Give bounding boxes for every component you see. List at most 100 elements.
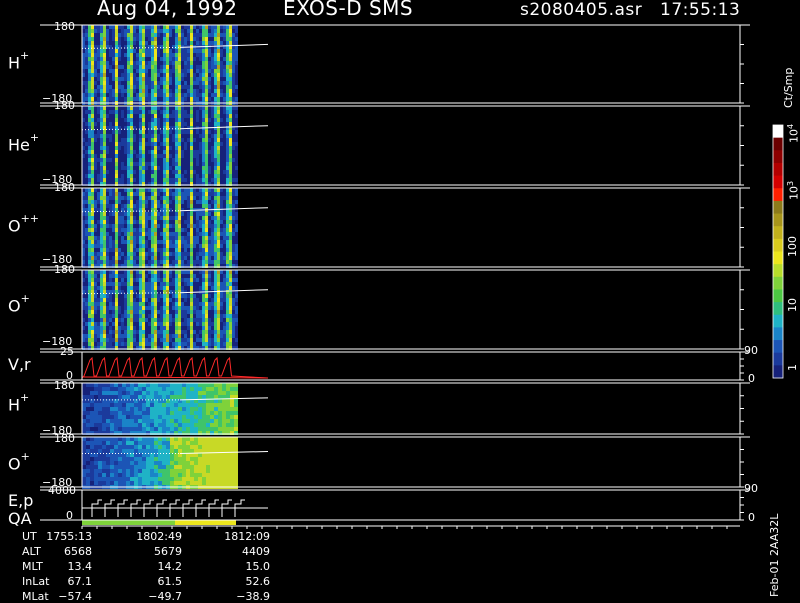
spectrogram-cell — [199, 57, 202, 61]
spectrogram-cell — [217, 162, 220, 166]
spectrogram-cell — [139, 106, 142, 110]
spectrogram-cell — [88, 294, 91, 298]
spectrogram-cell — [133, 228, 136, 232]
spectrogram-cell — [127, 196, 130, 200]
spectrogram-cell — [109, 65, 112, 69]
spectrogram-cell — [190, 423, 194, 427]
spectrogram-cell — [175, 89, 178, 93]
spectrogram-cell — [187, 41, 190, 45]
spectrogram-cell — [134, 415, 138, 419]
spectrogram-cell — [112, 236, 115, 240]
spectrogram-cell — [133, 282, 136, 286]
spectrogram-cell — [130, 294, 133, 298]
spectrogram-cell — [235, 256, 238, 260]
spectrogram-cell — [172, 61, 175, 65]
spectrogram-cell — [187, 200, 190, 204]
spectrogram-cell — [100, 220, 103, 224]
spectrogram-cell — [130, 274, 133, 278]
spectrogram-cell — [175, 97, 178, 101]
spectrogram-cell — [166, 469, 170, 473]
spectrogram-cell — [235, 33, 238, 37]
spectrogram-cell — [235, 158, 238, 162]
spectrogram-cell — [133, 25, 136, 29]
spectrogram-cell — [88, 93, 91, 97]
spectrogram-cell — [98, 383, 102, 387]
spectrogram-cell — [229, 338, 232, 342]
spectrogram-cell — [160, 188, 163, 192]
spectrogram-cell — [139, 270, 142, 274]
spectrogram-cell — [229, 228, 232, 232]
spectrogram-cell — [91, 236, 94, 240]
spectrogram-cell — [172, 106, 175, 110]
spectrogram-cell — [163, 314, 166, 318]
spectrogram-cell — [235, 200, 238, 204]
spectrogram-cell — [112, 178, 115, 182]
spectrogram-cell — [114, 457, 118, 461]
spectrogram-cell — [151, 110, 154, 114]
spectrogram-cell — [170, 403, 174, 407]
spectrogram-cell — [193, 240, 196, 244]
spectrogram-cell — [226, 25, 229, 29]
spectrogram-cell — [142, 322, 145, 326]
spectrogram-cell — [220, 65, 223, 69]
spectrogram-cell — [121, 69, 124, 73]
spectrogram-cell — [199, 294, 202, 298]
spectrogram-cell — [154, 232, 157, 236]
spectrogram-cell — [229, 220, 232, 224]
spectrogram-cell — [232, 162, 235, 166]
spectrogram-cell — [112, 278, 115, 282]
spectrogram-cell — [134, 411, 138, 415]
spectrogram-cell — [130, 383, 134, 387]
spectrogram-cell — [112, 53, 115, 57]
spectrogram-cell — [193, 232, 196, 236]
spectrogram-cell — [211, 256, 214, 260]
spectrogram-cell — [214, 65, 217, 69]
spectrogram-cell — [193, 29, 196, 33]
spectrogram-cell — [90, 469, 94, 473]
spectrogram-cell — [223, 158, 226, 162]
spectrogram-cell — [229, 146, 232, 150]
spectrogram-cell — [202, 274, 205, 278]
spectrogram-cell — [85, 73, 88, 77]
spectrogram-cell — [115, 314, 118, 318]
spectrogram-cell — [223, 248, 226, 252]
spectrogram-cell — [97, 256, 100, 260]
spectrogram-cell — [220, 37, 223, 41]
spectrogram-cell — [103, 322, 106, 326]
spectrogram-cell — [193, 174, 196, 178]
spectrogram-cell — [205, 294, 208, 298]
spectrogram-cell — [190, 204, 193, 208]
spectrogram-cell — [187, 294, 190, 298]
spectrogram-cell — [148, 282, 151, 286]
spectrogram-cell — [94, 178, 97, 182]
spectrogram-cell — [122, 411, 126, 415]
spectrogram-cell — [133, 216, 136, 220]
spectrogram-cell — [160, 294, 163, 298]
spectrogram-cell — [175, 236, 178, 240]
spectrogram-cell — [151, 298, 154, 302]
spectrogram-cell — [205, 338, 208, 342]
spectrogram-cell — [229, 286, 232, 290]
spectrogram-cell — [124, 178, 127, 182]
spectrogram-cell — [223, 240, 226, 244]
spectrogram-cell — [136, 286, 139, 290]
spectrogram-cell — [162, 445, 166, 449]
spectrogram-cell — [196, 298, 199, 302]
spectrogram-cell — [166, 110, 169, 114]
spectrogram-cell — [163, 45, 166, 49]
spectrogram-cell — [148, 322, 151, 326]
spectrogram-cell — [109, 118, 112, 122]
spectrogram-cell — [226, 216, 229, 220]
spectrogram-cell — [136, 188, 139, 192]
spectrogram-cell — [226, 37, 229, 41]
spectrogram-cell — [214, 37, 217, 41]
spectrogram-cell — [217, 25, 220, 29]
spectrogram-cell — [121, 146, 124, 150]
spectrogram-cell — [211, 306, 214, 310]
spectrogram-cell — [139, 192, 142, 196]
spectrogram-cell — [90, 419, 94, 423]
spectrogram-cell — [223, 97, 226, 101]
spectrogram-cell — [178, 118, 181, 122]
spectrogram-cell — [154, 134, 157, 138]
spectrogram-cell — [109, 200, 112, 204]
